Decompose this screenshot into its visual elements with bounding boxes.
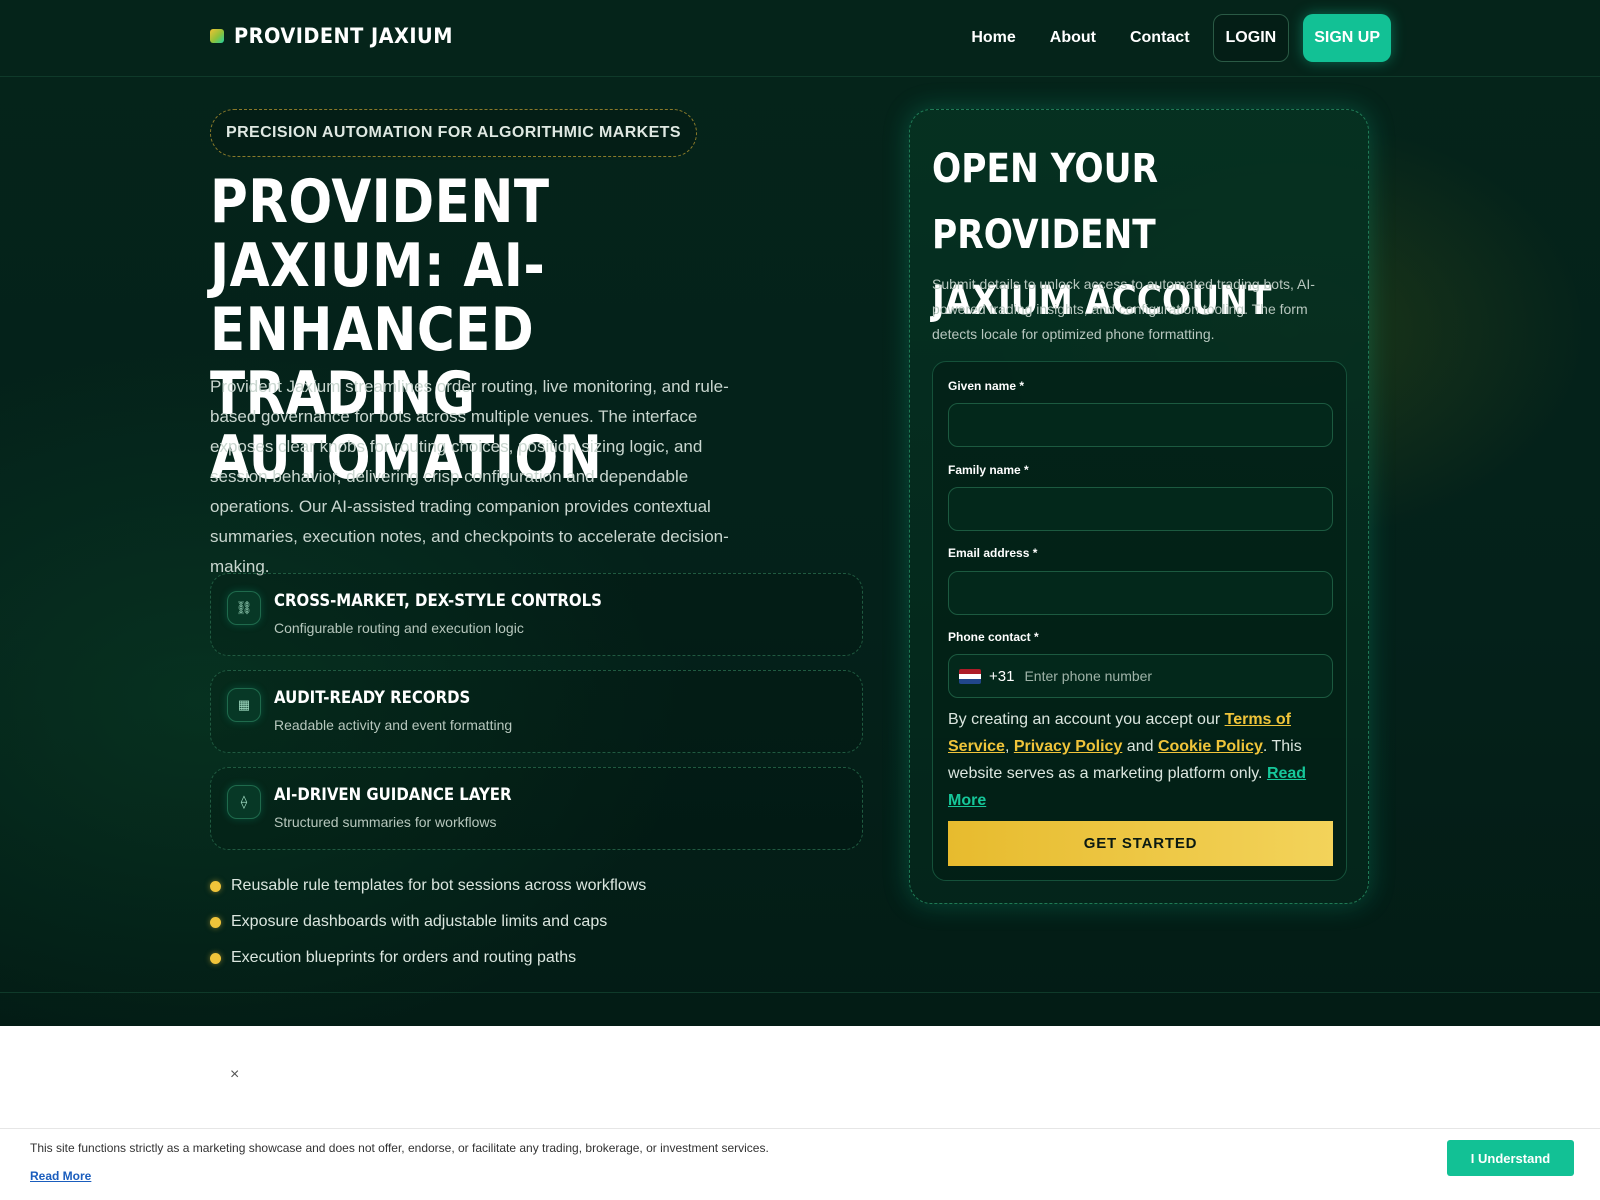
feature-card: ⛓ CROSS-MARKET, DEX-STYLE CONTROLS Confi…: [210, 573, 863, 656]
terms-comma: ,: [1004, 738, 1014, 755]
feature-title: AI-DRIVEN GUIDANCE LAYER: [274, 785, 512, 805]
bullet-dot-icon: [210, 916, 221, 928]
given-name-label: Given name *: [948, 379, 1025, 393]
terms-text: By creating an account you accept our Te…: [948, 706, 1338, 814]
phone-label: Phone contact *: [948, 630, 1039, 644]
feature-title: AUDIT-READY RECORDS: [274, 688, 471, 708]
main-nav: Home About Contact LOGIN SIGN UP: [971, 14, 1391, 62]
nav-contact-link[interactable]: Contact: [1130, 29, 1190, 47]
email-label: Email address *: [948, 546, 1038, 560]
bullet-list: Reusable rule templates for bot sessions…: [210, 868, 646, 976]
ethereum-icon: ⟠: [227, 785, 261, 819]
netherlands-flag-icon[interactable]: [959, 668, 981, 684]
terms-and: and: [1122, 738, 1158, 755]
close-icon[interactable]: ×: [230, 1066, 239, 1084]
grid-icon: ▦: [227, 688, 261, 722]
hero-description: Provident Jaxium streamlines order routi…: [210, 377, 729, 576]
feature-list: ⛓ CROSS-MARKET, DEX-STYLE CONTROLS Confi…: [210, 573, 863, 864]
signup-form: Given name * Family name * Email address…: [932, 361, 1347, 881]
hero-section: PROVIDENT JAXIUM Home About Contact LOGI…: [0, 0, 1600, 1026]
get-started-button[interactable]: GET STARTED: [948, 821, 1333, 866]
given-name-input[interactable]: [948, 403, 1333, 447]
email-input[interactable]: [948, 571, 1333, 615]
feature-subtitle: Readable activity and event formatting: [274, 717, 513, 733]
feature-card: ⟠ AI-DRIVEN GUIDANCE LAYER Structured su…: [210, 767, 863, 850]
bullet-text: Execution blueprints for orders and rout…: [231, 949, 577, 966]
cookie-banner: This site functions strictly as a market…: [0, 1128, 1600, 1200]
dial-code: +31: [989, 667, 1015, 685]
bullet-text: Reusable rule templates for bot sessions…: [231, 877, 647, 894]
signup-description: Submit details to unlock access to autom…: [932, 276, 1315, 342]
cookie-policy-link[interactable]: Cookie Policy: [1158, 738, 1263, 755]
list-item: Execution blueprints for orders and rout…: [210, 940, 646, 976]
privacy-policy-link[interactable]: Privacy Policy: [1014, 738, 1123, 755]
phone-input[interactable]: +31 Enter phone number: [948, 654, 1333, 698]
bullet-text: Exposure dashboards with adjustable limi…: [231, 913, 608, 930]
nav-home-link[interactable]: Home: [971, 29, 1015, 47]
feature-subtitle: Structured summaries for workflows: [274, 814, 497, 830]
section-divider: [0, 992, 1600, 993]
list-item: Exposure dashboards with adjustable limi…: [210, 904, 646, 940]
terms-prefix: By creating an account you accept our: [948, 711, 1225, 728]
hero-badge: PRECISION AUTOMATION FOR ALGORITHMIC MAR…: [210, 109, 697, 157]
brand[interactable]: PROVIDENT JAXIUM: [210, 24, 472, 48]
family-name-input[interactable]: [948, 487, 1333, 531]
cookie-read-more-link[interactable]: Read More: [30, 1169, 91, 1183]
signup-card: OPEN YOUR PROVIDENT JAXIUM ACCOUNT Submi…: [909, 109, 1369, 904]
site-header: PROVIDENT JAXIUM Home About Contact LOGI…: [0, 0, 1600, 77]
bullet-dot-icon: [210, 880, 221, 892]
cookie-accept-button[interactable]: I Understand: [1447, 1140, 1574, 1176]
cookie-text: This site functions strictly as a market…: [30, 1141, 769, 1155]
list-item: Reusable rule templates for bot sessions…: [210, 868, 646, 904]
link-icon: ⛓: [227, 591, 261, 625]
feature-title: CROSS-MARKET, DEX-STYLE CONTROLS: [274, 591, 602, 611]
phone-placeholder: Enter phone number: [1024, 668, 1153, 684]
brand-name: PROVIDENT JAXIUM: [234, 24, 453, 48]
signup-button[interactable]: SIGN UP: [1303, 14, 1391, 62]
nav-about-link[interactable]: About: [1050, 29, 1096, 47]
brand-logo-icon: [210, 29, 224, 43]
feature-subtitle: Configurable routing and execution logic: [274, 620, 524, 636]
login-button[interactable]: LOGIN: [1212, 14, 1290, 62]
feature-card: ▦ AUDIT-READY RECORDS Readable activity …: [210, 670, 863, 753]
bullet-dot-icon: [210, 952, 221, 964]
family-name-label: Family name *: [948, 463, 1029, 477]
